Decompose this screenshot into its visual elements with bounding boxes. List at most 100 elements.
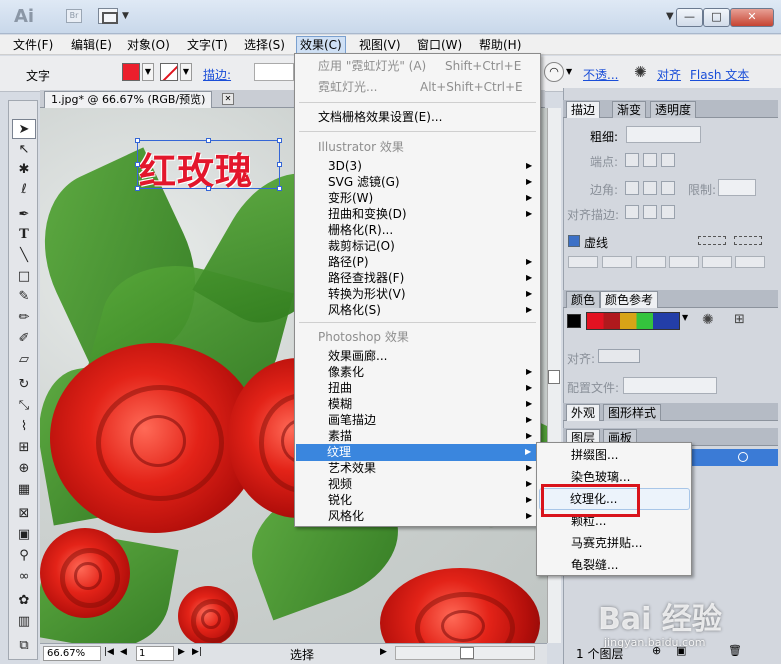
rectangle-tool-icon[interactable]: □ — [12, 267, 36, 287]
align-center-icon[interactable] — [625, 205, 639, 219]
save-group-icon[interactable]: ⊞ — [734, 312, 745, 327]
last-page-icon[interactable]: ▶| — [192, 647, 202, 657]
menu-item-texture[interactable]: 纹理 ▶ — [296, 444, 539, 461]
menu-item-svg-filters[interactable]: SVG 滤镜(G) — [328, 174, 400, 190]
chevron-down-icon[interactable]: ▼ — [142, 63, 154, 81]
perspective-grid-tool-icon[interactable]: ▦ — [12, 480, 36, 500]
dash-field[interactable] — [636, 256, 666, 268]
magic-wand-tool-icon[interactable]: ✱ — [12, 160, 36, 180]
line-tool-icon[interactable]: ╲ — [12, 246, 36, 266]
dash-field[interactable] — [702, 256, 732, 268]
brush-icon[interactable]: ◠ — [544, 62, 564, 82]
target-icon[interactable] — [738, 452, 748, 462]
arrange-documents-icon[interactable] — [98, 8, 118, 24]
document-tab[interactable]: 1.jpg* @ 66.67% (RGB/预览) — [44, 91, 213, 108]
menu-item-distort-transform[interactable]: 扭曲和变换(D) — [328, 206, 407, 222]
pen-tool-icon[interactable]: ✒ — [12, 205, 36, 225]
dashed-checkbox[interactable] — [568, 235, 580, 247]
chevron-down-icon[interactable]: ▼ — [122, 11, 129, 21]
menu-item-stylize-ps[interactable]: 风格化 — [328, 508, 364, 524]
menu-item-last-effect[interactable]: 霓虹灯光... — [318, 79, 377, 95]
chevron-down-icon[interactable]: ▼ — [666, 11, 674, 22]
menu-edit[interactable]: 编辑(E) — [68, 37, 115, 53]
profile-select[interactable] — [623, 377, 717, 394]
status-tool-label[interactable]: 选择 — [290, 646, 314, 663]
symbol-sprayer-tool-icon[interactable]: ✿ — [12, 591, 36, 611]
harmony-colors-bar[interactable] — [586, 312, 680, 330]
stroke-link[interactable]: 描边: — [203, 66, 231, 83]
menu-item-effect-gallery[interactable]: 效果画廊... — [328, 348, 387, 364]
gap-field[interactable] — [669, 256, 699, 268]
gap-field[interactable] — [602, 256, 632, 268]
vertical-scroll-thumb[interactable] — [548, 370, 560, 384]
close-icon[interactable]: ✕ — [222, 93, 234, 105]
chevron-down-icon[interactable]: ▼ — [682, 313, 688, 322]
close-button[interactable]: ✕ — [730, 8, 774, 27]
align-link[interactable]: 对齐 — [657, 66, 681, 83]
gap-field[interactable] — [735, 256, 765, 268]
maximize-button[interactable]: □ — [703, 8, 730, 27]
chevron-down-icon[interactable]: ▼ — [180, 63, 192, 81]
menu-item-blur[interactable]: 模糊 — [328, 396, 352, 412]
resize-handle[interactable] — [135, 138, 140, 143]
stroke-weight-input[interactable] — [254, 63, 294, 81]
menu-item-pathfinder[interactable]: 路径查找器(F) — [328, 270, 404, 286]
stroke-color-swatch[interactable] — [160, 63, 178, 81]
base-color-swatch[interactable] — [567, 314, 581, 328]
resize-handle[interactable] — [277, 186, 282, 191]
menu-item-brush-strokes[interactable]: 画笔描边 — [328, 412, 376, 428]
opacity-link[interactable]: 不透... — [583, 66, 618, 83]
chevron-right-icon[interactable]: ▶ — [380, 647, 387, 657]
gradient-tool-icon[interactable]: ▣ — [12, 525, 36, 545]
resize-handle[interactable] — [277, 162, 282, 167]
tab-transparency[interactable]: 透明度 — [650, 101, 697, 118]
menu-item-3d[interactable]: 3D(3) — [328, 158, 362, 174]
menu-item-sketch[interactable]: 素描 — [328, 428, 352, 444]
weight-input[interactable] — [626, 126, 701, 143]
menu-item-distort[interactable]: 扭曲 — [328, 380, 352, 396]
resize-handle[interactable] — [135, 186, 140, 191]
recolor-icon[interactable]: ✺ — [702, 312, 714, 328]
free-transform-tool-icon[interactable]: ⊞ — [12, 438, 36, 458]
flash-text-link[interactable]: Flash 文本 — [690, 66, 749, 83]
blob-brush-tool-icon[interactable]: ✐ — [12, 329, 36, 349]
align-buttons[interactable] — [598, 349, 640, 363]
tab-stroke[interactable]: 描边 — [566, 101, 601, 118]
pencil-tool-icon[interactable]: ✏ — [12, 308, 36, 328]
menu-item-pixelate[interactable]: 像素化 — [328, 364, 364, 380]
dash-pattern-icon[interactable] — [698, 236, 726, 245]
tab-graphic-styles[interactable]: 图形样式 — [603, 404, 662, 421]
menu-file[interactable]: 文件(F) — [10, 37, 56, 53]
menu-item-warp[interactable]: 变形(W) — [328, 190, 373, 206]
round-cap-icon[interactable] — [643, 153, 657, 167]
paintbrush-tool-icon[interactable]: ✎ — [12, 287, 36, 307]
submenu-item-mosaic-tiles[interactable]: 马赛克拼贴... — [571, 535, 642, 551]
recolor-icon[interactable]: ✺ — [634, 63, 647, 81]
menu-help[interactable]: 帮助(H) — [476, 37, 524, 53]
type-tool-icon[interactable]: T — [12, 225, 36, 245]
chevron-down-icon[interactable]: ▼ — [566, 63, 576, 81]
graph-tool-icon[interactable]: ▥ — [12, 612, 36, 632]
dash-align-icon[interactable] — [734, 236, 762, 245]
page-select[interactable]: 1 — [136, 646, 174, 661]
blend-tool-icon[interactable]: ∞ — [12, 567, 36, 587]
menu-item-path[interactable]: 路径(P) — [328, 254, 369, 270]
tab-color[interactable]: 颜色 — [566, 291, 601, 308]
submenu-item-patchwork[interactable]: 拼缀图... — [571, 447, 618, 463]
next-page-icon[interactable]: ▶ — [178, 647, 185, 657]
prev-page-icon[interactable]: ◀ — [120, 647, 127, 657]
menu-item-apply-last[interactable]: 应用 "霓虹灯光" (A) — [318, 58, 426, 74]
shape-builder-tool-icon[interactable]: ⊕ — [12, 459, 36, 479]
resize-handle[interactable] — [206, 186, 211, 191]
dash-field[interactable] — [568, 256, 598, 268]
menu-view[interactable]: 视图(V) — [356, 37, 404, 53]
eraser-tool-icon[interactable]: ▱ — [12, 350, 36, 370]
limit-input[interactable] — [718, 179, 756, 196]
miter-join-icon[interactable] — [625, 181, 639, 195]
submenu-item-craquelure[interactable]: 龟裂缝... — [571, 557, 618, 573]
horizontal-scroll-thumb[interactable] — [460, 647, 474, 659]
menu-object[interactable]: 对象(O) — [124, 37, 173, 53]
menu-item-crop-marks[interactable]: 裁剪标记(O) — [328, 238, 395, 254]
align-inside-icon[interactable] — [643, 205, 657, 219]
menu-effect[interactable]: 效果(C) — [296, 36, 346, 54]
